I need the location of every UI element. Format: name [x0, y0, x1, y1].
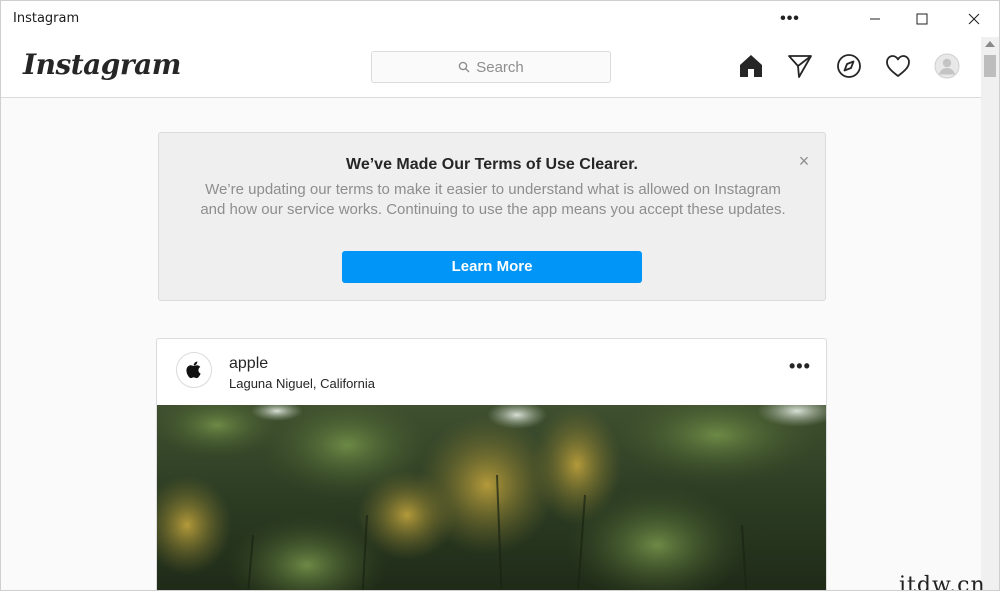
profile-button[interactable] — [933, 52, 961, 80]
post-avatar[interactable] — [176, 352, 212, 388]
minimize-icon — [870, 18, 880, 20]
heart-icon — [886, 55, 910, 77]
watermark-text: itdw.cn — [899, 573, 986, 591]
terms-notice-card: We’ve Made Our Terms of Use Clearer. We’… — [158, 132, 826, 301]
home-icon — [740, 55, 762, 77]
scroll-up-arrow-icon[interactable] — [985, 41, 995, 47]
avatar-icon — [934, 53, 960, 79]
scroll-thumb[interactable] — [984, 55, 996, 77]
explore-button[interactable] — [835, 52, 863, 80]
app-window: Instagram ••• Instagram Search We’ve Mad… — [0, 0, 1000, 591]
vertical-scrollbar[interactable] — [981, 37, 999, 590]
post-more-options-button[interactable]: ••• — [789, 357, 811, 375]
apple-logo-icon — [186, 361, 201, 379]
direct-button[interactable] — [786, 52, 814, 80]
activity-button[interactable] — [884, 52, 912, 80]
learn-more-button[interactable]: Learn More — [342, 251, 642, 283]
notice-body: We’re updating our terms to make it easi… — [200, 181, 786, 218]
post-photo-foliage — [157, 385, 826, 590]
minimize-button[interactable] — [852, 1, 898, 37]
direct-icon — [788, 55, 812, 78]
title-bar: Instagram ••• — [1, 1, 999, 37]
window-more-button[interactable]: ••• — [767, 1, 813, 37]
close-icon — [968, 13, 980, 25]
notice-title: We’ve Made Our Terms of Use Clearer. — [346, 156, 638, 173]
app-header: Instagram Search — [1, 37, 981, 98]
window-title: Instagram — [13, 11, 80, 26]
post-photo[interactable] — [157, 385, 826, 590]
search-placeholder: Search — [476, 58, 524, 76]
maximize-icon — [916, 13, 928, 25]
post-username[interactable]: apple — [229, 355, 268, 373]
instagram-logo[interactable]: Instagram — [23, 48, 181, 81]
post-location[interactable]: Laguna Niguel, California — [229, 376, 375, 391]
notice-close-icon[interactable]: × — [796, 152, 812, 170]
search-icon — [458, 61, 470, 73]
close-window-button[interactable] — [951, 1, 997, 37]
explore-icon — [837, 54, 861, 78]
home-button[interactable] — [737, 52, 765, 80]
maximize-button[interactable] — [899, 1, 945, 37]
search-input[interactable]: Search — [371, 51, 611, 83]
feed-post: apple Laguna Niguel, California ••• — [156, 338, 827, 590]
